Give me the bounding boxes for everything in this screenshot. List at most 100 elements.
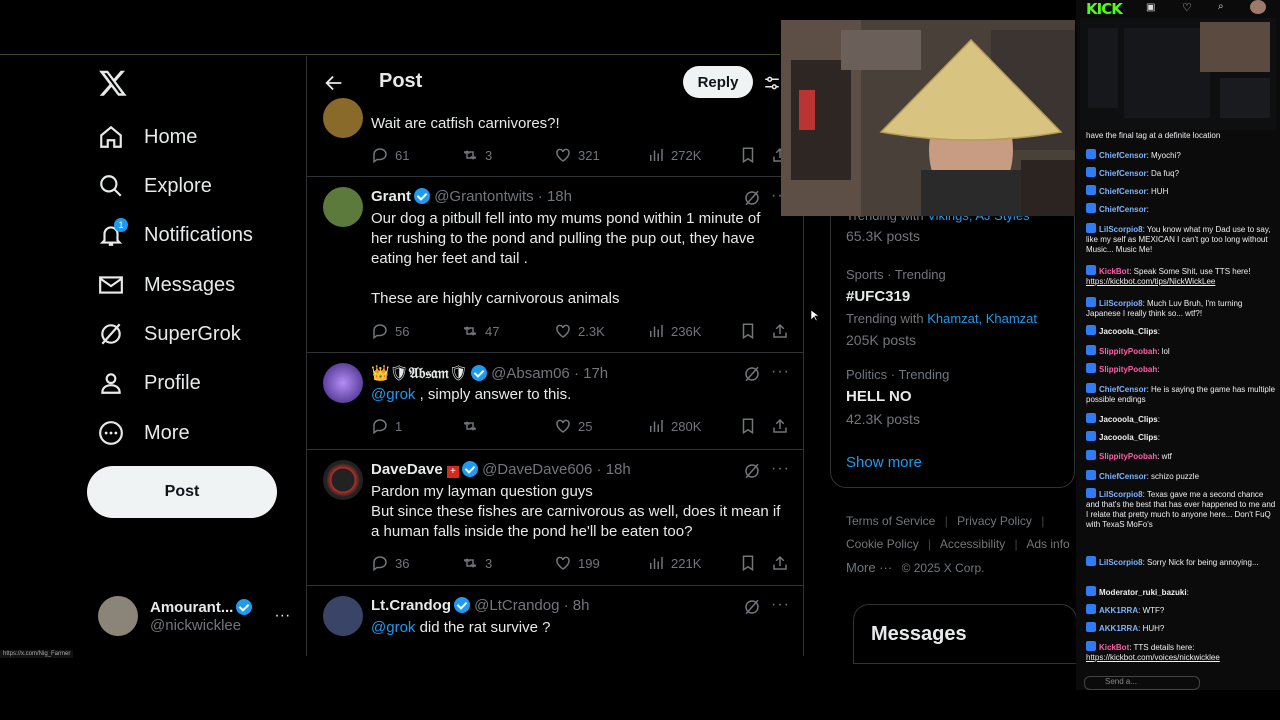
more-icon[interactable]: ··· <box>771 363 790 381</box>
trend-item[interactable]: Sports · Trending #UFC319 Trending with … <box>846 267 1066 348</box>
bookmark-icon[interactable] <box>739 417 757 435</box>
trend-item[interactable]: Politics · Trending HELL NO 42.3K posts <box>846 367 1066 427</box>
chat-username[interactable]: AKK1RRA <box>1099 606 1138 615</box>
chat-username[interactable]: Jacooola_Clips <box>1099 415 1158 424</box>
chat-username[interactable]: Jacooola_Clips <box>1099 327 1158 336</box>
nav-profile[interactable]: Profile <box>98 363 201 403</box>
grok-icon[interactable] <box>743 365 761 383</box>
chat-username[interactable]: LilScorpio8 <box>1099 558 1143 567</box>
share-icon[interactable] <box>771 322 789 340</box>
like-count: 2.3K <box>578 323 605 339</box>
chat-username[interactable]: KickBot <box>1099 643 1129 652</box>
bookmark-icon[interactable] <box>739 322 757 340</box>
avatar[interactable] <box>1250 0 1266 14</box>
tweet[interactable]: Grant @Grantontwits · 18h ··· Our dog a … <box>307 177 803 353</box>
repost-action[interactable] <box>461 417 479 435</box>
reply-action[interactable]: 36 <box>371 554 409 572</box>
chat-username[interactable]: AKK1RRA <box>1099 624 1138 633</box>
chat-username[interactable]: SlippityPoobah <box>1099 365 1157 374</box>
account-more-icon[interactable]: ··· <box>274 607 290 625</box>
tweet-text: These are highly carnivorous animals <box>371 290 620 307</box>
reply-action[interactable]: 56 <box>371 322 409 340</box>
nav-messages[interactable]: Messages <box>98 265 235 305</box>
chat-text: : Speak Some Shit, use TTS here! <box>1129 267 1251 276</box>
tweet[interactable]: Lt.Crandog @LtCrandog · 8h ··· @grok did… <box>307 586 803 656</box>
chat-username[interactable]: SlippityPoobah <box>1099 347 1157 356</box>
footer-more[interactable]: More ··· <box>846 560 892 575</box>
chat-username[interactable]: ChiefCensor <box>1099 205 1147 214</box>
views-action[interactable]: 280K <box>647 417 701 435</box>
chat-username[interactable]: Moderator_ruki_bazuki <box>1099 588 1187 597</box>
chat-username[interactable]: LilScorpio8 <box>1099 225 1143 234</box>
bookmark-icon[interactable] <box>739 146 757 164</box>
chat-username[interactable]: ChiefCensor <box>1099 187 1147 196</box>
share-icon[interactable] <box>771 554 789 572</box>
nav-notifications[interactable]: 1 Notifications <box>98 215 253 255</box>
like-action[interactable]: 199 <box>554 554 600 572</box>
tweet[interactable]: Wait are catfish carnivores?! 61 3 321 2… <box>307 98 803 177</box>
footer-link[interactable]: Cookie Policy <box>846 537 919 551</box>
share-icon[interactable] <box>771 417 789 435</box>
chat-link[interactable]: https://kickbot.com/voices/nickwicklee <box>1086 653 1220 662</box>
more-icon[interactable]: ··· <box>771 596 790 614</box>
chat-username[interactable]: KickBot <box>1099 267 1129 276</box>
messages-dock[interactable]: Messages <box>853 604 1077 664</box>
chat-input[interactable]: Send a... <box>1084 676 1200 690</box>
chat-username[interactable]: ChiefCensor <box>1099 169 1147 178</box>
reply-action[interactable]: 61 <box>371 146 409 164</box>
repost-action[interactable]: 3 <box>461 146 492 164</box>
trend-with-link[interactable]: Khamzat, Khamzat <box>927 311 1037 326</box>
repost-action[interactable]: 47 <box>461 322 499 340</box>
x-logo-icon[interactable] <box>98 68 128 98</box>
tweet[interactable]: DaveDave + @DaveDave606 · 18h ··· Pardon… <box>307 450 803 586</box>
like-action[interactable]: 321 <box>554 146 600 164</box>
heart-icon[interactable]: ♡ <box>1182 1 1192 14</box>
chat-message: SlippityPoobah: lol <box>1086 345 1276 357</box>
post-button[interactable]: Post <box>87 466 277 518</box>
footer-link[interactable]: Terms of Service <box>846 514 935 528</box>
tweet[interactable]: 👑🛡𝔄𝔟𝔰𝔞𝔪🛡 @Absam06 · 17h ··· @grok , simp… <box>307 353 803 450</box>
chat-username[interactable]: ChiefCensor <box>1099 385 1147 394</box>
views-action[interactable]: 236K <box>647 322 701 340</box>
mention-link[interactable]: @grok <box>371 619 415 636</box>
filter-icon[interactable] <box>763 74 781 92</box>
chat-username[interactable]: LilScorpio8 <box>1099 490 1143 499</box>
avatar <box>323 187 363 227</box>
tweet-time: · 17h <box>573 365 609 382</box>
chat-text: : <box>1157 327 1160 336</box>
views-action[interactable]: 221K <box>647 554 701 572</box>
footer-link[interactable]: Privacy Policy <box>957 514 1032 528</box>
show-more-link[interactable]: Show more <box>846 454 922 471</box>
repost-action[interactable]: 3 <box>461 554 492 572</box>
chat-username[interactable]: SlippityPoobah <box>1099 452 1157 461</box>
chat-username[interactable]: Jacooola_Clips <box>1099 433 1158 442</box>
chat-username[interactable]: ChiefCensor <box>1099 151 1147 160</box>
shield-emoji: 🛡 <box>389 365 409 382</box>
chat-link[interactable]: https://kickbot.com/tips/NickWickLee <box>1086 277 1215 286</box>
nav-home[interactable]: Home <box>98 117 197 157</box>
account-switcher[interactable]: Amourant... @nickwicklee ··· <box>98 594 298 638</box>
back-arrow-icon[interactable] <box>323 72 345 94</box>
nav-more[interactable]: More <box>98 413 190 453</box>
like-action[interactable]: 25 <box>554 417 592 435</box>
reply-button[interactable]: Reply <box>683 66 753 98</box>
grok-icon[interactable] <box>743 189 761 207</box>
footer-link[interactable]: Ads info <box>1026 537 1069 551</box>
grok-icon[interactable] <box>743 462 761 480</box>
views-action[interactable]: 272K <box>647 146 701 164</box>
bookmark-icon[interactable] <box>739 554 757 572</box>
nav-explore[interactable]: Explore <box>98 166 212 206</box>
reply-icon <box>373 556 387 572</box>
chat-username[interactable]: ChiefCensor <box>1099 472 1147 481</box>
chat-username[interactable]: LilScorpio8 <box>1099 299 1143 308</box>
search-icon[interactable]: ⌕ <box>1218 1 1224 12</box>
like-action[interactable]: 2.3K <box>554 322 605 340</box>
mention-link[interactable]: @grok <box>371 386 415 403</box>
nav-supergrok[interactable]: SuperGrok <box>98 314 241 354</box>
like-count: 25 <box>578 418 593 434</box>
calendar-icon[interactable]: ▣ <box>1146 2 1155 13</box>
more-icon[interactable]: ··· <box>771 460 790 478</box>
reply-action[interactable]: 1 <box>371 417 402 435</box>
grok-icon[interactable] <box>743 598 761 616</box>
footer-link[interactable]: Accessibility <box>940 537 1005 551</box>
